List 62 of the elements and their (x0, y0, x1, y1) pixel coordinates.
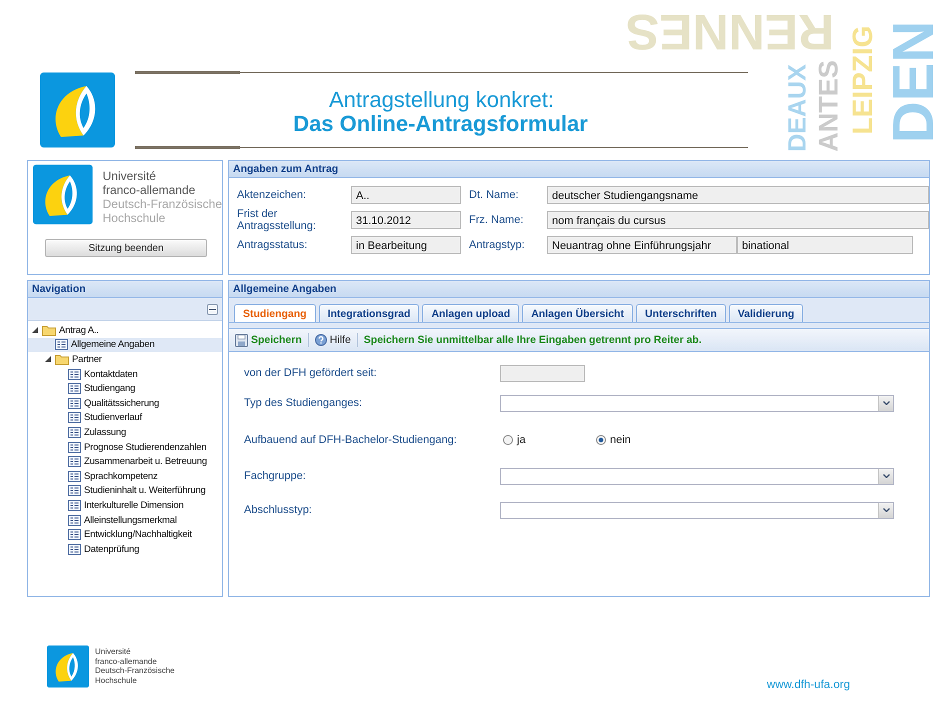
readonly-field: binational (737, 236, 913, 254)
university-name: Université (102, 169, 157, 183)
tree-item[interactable]: Antrag A.. (28, 323, 222, 338)
tab[interactable]: Integrationsgrad (318, 304, 420, 322)
university-name: Deutsch-Französische (95, 666, 175, 676)
panel-header: Navigation (28, 281, 222, 298)
slide-title: Antragstellung konkret: (328, 88, 554, 112)
tab[interactable]: Unterschriften (636, 304, 726, 322)
tree-item[interactable]: Alleinstellungsmerkmal (28, 512, 222, 528)
field-label: Aktenzeichen: (237, 189, 308, 201)
tab[interactable]: Validierung (728, 304, 804, 322)
tree-item[interactable]: Entwicklung/Nachhaltigkeit (28, 527, 222, 542)
tree-item[interactable]: Zusammenarbeit u. Betreuung (28, 454, 222, 469)
readonly-field: in Bearbeitung (351, 236, 461, 254)
university-name: Deutsch-Französische (102, 197, 222, 211)
city-name-artwork: RENNES (626, 7, 834, 57)
slide-subtitle: Das Online-Antragsformular (293, 112, 588, 136)
help-button[interactable]: Hilfe (314, 334, 351, 346)
tree-item[interactable]: Studiengang (28, 381, 222, 396)
university-name: Université (95, 647, 132, 656)
field-label: Abschlusstyp: (244, 504, 313, 516)
readonly-field: deutscher Studiengangsname (547, 186, 929, 204)
tree-item[interactable]: Studienverlauf (28, 410, 222, 426)
tree-item[interactable]: Sprachkompetenz (28, 468, 222, 484)
radio-label: ja (517, 434, 526, 446)
tree-item[interactable]: Prognose Studierendenzahlen (28, 440, 222, 454)
tab[interactable]: Anlagen upload (422, 304, 520, 322)
radio-label: nein (610, 434, 631, 446)
readonly-field: Neuantrag ohne Einführungsjahr (547, 236, 737, 254)
tree-item[interactable]: Studieninhalt u. Weiterführung (28, 484, 222, 498)
university-name: Hochschule (102, 211, 166, 225)
university-name: franco-allemande (102, 183, 196, 197)
tree-item[interactable]: Kontaktdaten (28, 366, 222, 382)
tree-item[interactable]: Zulassung (28, 425, 222, 440)
city-name-artwork: DEAUX (786, 64, 810, 152)
tree-item[interactable]: Allgemeine Angaben (28, 338, 222, 352)
field-label: von der DFH gefördert seit: (244, 367, 378, 379)
save-button[interactable]: Speichern (235, 334, 302, 346)
city-name-artwork: LEIPZIG (849, 26, 877, 134)
field-label: Dt. Name: (468, 189, 520, 201)
panel-header: Allgemeine Angaben (229, 281, 929, 298)
logout-button[interactable]: Sitzung beenden (45, 239, 207, 257)
save-hint: Speichern Sie unmittelbar alle Ihre Eingaben getrennt pro Reiter ab. (364, 334, 702, 346)
tree-item[interactable]: Interkulturelle Dimension (28, 498, 222, 513)
field-label: Typ des Studienganges: (244, 397, 364, 409)
readonly-field: nom français du cursus (547, 211, 929, 229)
field-label: Fachgruppe: (244, 470, 307, 482)
university-name: Hochschule (95, 676, 138, 685)
readonly-field: 31.10.2012 (351, 211, 461, 229)
field-label: Frz. Name: (468, 214, 524, 226)
city-name-artwork: DEN (885, 20, 943, 144)
readonly-field: A.. (351, 186, 461, 204)
field-label: Aufbauend auf DFH-Bachelor-Studiengang: (244, 434, 458, 446)
tree-item[interactable]: Datenprüfung (28, 542, 222, 556)
tree-item[interactable]: Partner (28, 352, 222, 367)
field-label: Antragsstatus: (237, 239, 308, 251)
field-label: Antragstyp: (468, 239, 526, 251)
tab[interactable]: Anlagen Übersicht (522, 304, 633, 322)
field-label: Frist der Antragsstellung: (237, 208, 317, 232)
panel-header: Angaben zum Antrag (229, 161, 929, 178)
university-name: franco-allemande (95, 656, 158, 666)
tree-item[interactable]: Qualitätssicherung (28, 396, 222, 411)
